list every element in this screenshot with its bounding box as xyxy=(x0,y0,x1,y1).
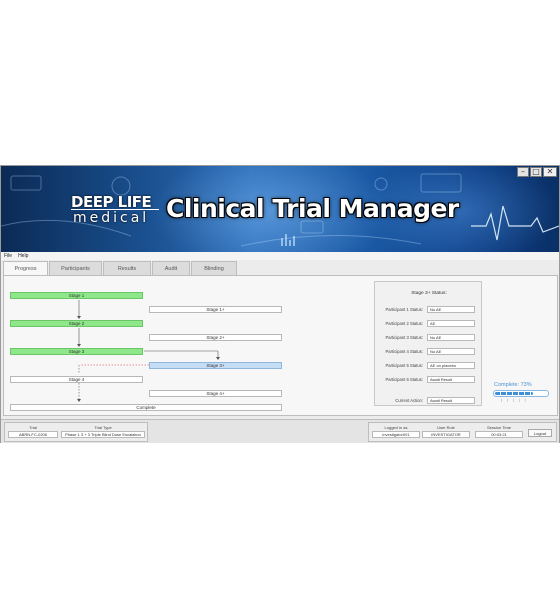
stage-4-plus[interactable]: Stage 4+ xyxy=(149,390,282,397)
tab-participants[interactable]: Participants xyxy=(49,261,102,275)
participant-status-label: Participant 2 Status: xyxy=(385,321,423,326)
tab-progress[interactable]: Progress xyxy=(3,261,48,276)
participant-status-label: Participant 6 Status: xyxy=(385,377,423,382)
participant-status-field[interactable]: No AE xyxy=(427,306,475,313)
session-field: 00:03:21 xyxy=(475,431,523,438)
menu-help[interactable]: Help xyxy=(18,253,28,259)
tab-audit[interactable]: Audit xyxy=(152,261,190,275)
trial-type-header: Trial Type xyxy=(94,425,112,430)
trial-field: ABRN-FC-0206 xyxy=(8,431,58,438)
role-field: INVESTIGATOR xyxy=(422,431,470,438)
participant-status-row: Participant 3 Status: No AE xyxy=(375,334,483,342)
window-controls: – □ ✕ xyxy=(517,167,557,177)
stage-1-plus[interactable]: Stage 1+ xyxy=(149,306,282,313)
trial-header: Trial xyxy=(29,425,37,430)
maximize-icon[interactable]: □ xyxy=(530,167,542,177)
menu-bar: File Help xyxy=(1,252,559,260)
participant-status-field[interactable]: No AE xyxy=(427,334,475,341)
participant-status-row: Participant 5 Status: AE on placebo xyxy=(375,362,483,370)
user-field: investigator001 xyxy=(372,431,420,438)
status-title: Stage 3+ Status: xyxy=(411,291,447,296)
session-cell: Session Time 00:03:21 xyxy=(475,423,523,438)
company-logo: DEEP LIFE medical xyxy=(71,193,161,227)
role-header: User Role xyxy=(437,425,455,430)
progress-ticks: ||||| xyxy=(501,398,531,402)
current-action-field[interactable]: Await Result xyxy=(427,397,475,404)
participant-status-label: Participant 3 Status: xyxy=(385,335,423,340)
close-icon[interactable]: ✕ xyxy=(543,167,557,177)
participant-status-row: Participant 1 Status: No AE xyxy=(375,306,483,314)
completion-progress-bar xyxy=(493,390,549,397)
logo-line2: medical xyxy=(73,210,150,226)
participant-status-row: Participant 2 Status: AE xyxy=(375,320,483,328)
participant-status-field[interactable]: AE xyxy=(427,320,475,327)
tab-bar: Progress Participants Results Audit Blin… xyxy=(3,261,238,276)
user-cell: Logged in as investigator001 xyxy=(372,423,420,438)
session-header: Session Time xyxy=(486,425,511,430)
trial-info-group: Trial ABRN-FC-0206 Trial Type Phase 1 3 … xyxy=(4,422,148,442)
trial-cell: Trial ABRN-FC-0206 xyxy=(8,423,58,438)
stage-2[interactable]: Stage 2 xyxy=(10,320,143,327)
role-cell: User Role INVESTIGATOR xyxy=(422,423,470,438)
participant-status-field[interactable]: Await Result xyxy=(427,376,475,383)
app-title: Clinical Trial Manager xyxy=(166,194,459,223)
stage-status-panel: Stage 3+ Status: Participant 1 Status: N… xyxy=(374,281,482,406)
user-header: Logged in as xyxy=(384,425,408,430)
app-banner: DEEP LIFE medical Clinical Trial Manager… xyxy=(1,166,559,252)
tab-blinding[interactable]: Blinding xyxy=(191,261,237,275)
stage-1[interactable]: Stage 1 xyxy=(10,292,143,299)
current-action-label: Current Action: xyxy=(395,398,423,403)
completion-progress-fill xyxy=(495,392,533,395)
app-window: DEEP LIFE medical Clinical Trial Manager… xyxy=(0,165,560,443)
menu-file[interactable]: File xyxy=(4,253,12,259)
participant-status-field[interactable]: No AE xyxy=(427,348,475,355)
participant-status-label: Participant 4 Status: xyxy=(385,349,423,354)
participant-status-field[interactable]: AE on placebo xyxy=(427,362,475,369)
progress-panel: Stage 1 Stage 1+ Stage 2 Stage 2+ Stage … xyxy=(3,275,558,416)
participant-status-label: Participant 5 Status: xyxy=(385,363,423,368)
trial-type-field: Phase 1 3 + 3 Triple Blind Dose Escalati… xyxy=(61,431,145,438)
stage-3-plus[interactable]: Stage 3+ xyxy=(149,362,282,369)
stage-4[interactable]: Stage 4 xyxy=(10,376,143,383)
minimize-icon[interactable]: – xyxy=(517,167,529,177)
stage-3[interactable]: Stage 3 xyxy=(10,348,143,355)
participant-status-row: Participant 6 Status: Await Result xyxy=(375,376,483,384)
tab-results[interactable]: Results xyxy=(103,261,151,275)
participant-status-label: Participant 1 Status: xyxy=(385,307,423,312)
status-footer: Trial ABRN-FC-0206 Trial Type Phase 1 3 … xyxy=(1,419,559,443)
trial-type-cell: Trial Type Phase 1 3 + 3 Triple Blind Do… xyxy=(61,423,145,438)
completion-label: Complete: 73% xyxy=(494,382,532,388)
stage-complete[interactable]: Complete xyxy=(10,404,282,411)
stage-2-plus[interactable]: Stage 2+ xyxy=(149,334,282,341)
participant-status-row: Participant 4 Status: No AE xyxy=(375,348,483,356)
logout-button[interactable]: Logout xyxy=(528,429,552,437)
current-action-row: Current Action: Await Result xyxy=(375,397,483,405)
